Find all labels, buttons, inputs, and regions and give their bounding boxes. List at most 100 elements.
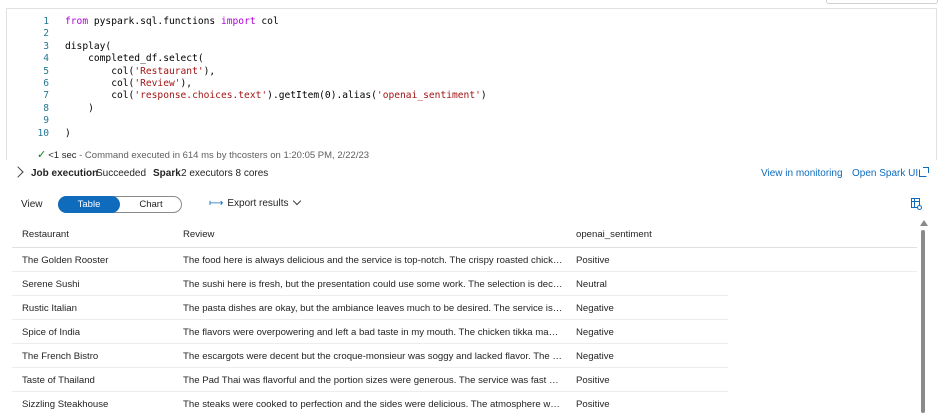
- chart-view-option[interactable]: Chart: [120, 196, 182, 213]
- column-header-restaurant[interactable]: Restaurant: [22, 229, 177, 240]
- code-cell[interactable]: 1 from pyspark.sql.functions import col 2 3…: [6, 8, 937, 161]
- cell-restaurant: Taste of Thailand: [22, 375, 95, 386]
- code-line[interactable]: 6 col('Review'),: [7, 78, 936, 90]
- code-token: ): [480, 90, 487, 102]
- open-spark-ui-link[interactable]: Open Spark UI: [852, 167, 930, 179]
- export-results-button[interactable]: ⟼ Export results: [209, 196, 302, 209]
- cell-restaurant: Spice of India: [22, 327, 81, 338]
- code-editor[interactable]: 1 from pyspark.sql.functions import col 2 3…: [7, 16, 936, 140]
- line-number: 1: [43, 16, 49, 27]
- top-panel-edge: [826, 0, 938, 4]
- code-token: ).getItem(0).alias(: [267, 90, 377, 102]
- code-text: col('response.choices.text').getItem(0).…: [65, 90, 487, 102]
- cell-sentiment: Neutral: [576, 279, 607, 290]
- code-string: 'Review': [134, 77, 181, 89]
- cell-restaurant: The French Bistro: [22, 351, 99, 362]
- code-text: from pyspark.sql.functions import col: [65, 16, 279, 28]
- scrollbar-thumb[interactable]: [921, 230, 925, 413]
- column-header-review[interactable]: Review: [183, 229, 563, 240]
- code-string: 'response.choices.text': [134, 90, 268, 102]
- code-string: 'Restaurant': [134, 65, 204, 77]
- code-line[interactable]: 7 col('response.choices.text').getItem(0…: [7, 90, 936, 102]
- code-token: ): [65, 127, 71, 139]
- cell-review: The food here is always delicious and th…: [183, 255, 563, 266]
- checkmark-icon: ✓: [37, 149, 47, 161]
- code-text: completed_df.select(: [65, 53, 204, 65]
- cell-review: The flavors were overpowering and left a…: [183, 327, 563, 338]
- cell-sentiment: Positive: [576, 399, 610, 410]
- line-number: 3: [43, 40, 49, 52]
- code-line[interactable]: 1 from pyspark.sql.functions import col: [7, 16, 936, 28]
- cell-review: The sushi here is fresh, but the present…: [183, 279, 563, 290]
- cell-restaurant: The Golden Rooster: [22, 255, 109, 266]
- line-number: 5: [43, 65, 49, 77]
- line-number: 6: [43, 77, 49, 89]
- view-toggle[interactable]: Table Chart: [58, 196, 182, 213]
- code-line[interactable]: 8 ): [7, 103, 936, 115]
- view-in-monitoring-link[interactable]: View in monitoring: [761, 168, 843, 179]
- table-row[interactable]: Sizzling Steakhouse The steaks were cooke…: [12, 392, 728, 413]
- line-number: 10: [37, 127, 49, 139]
- table-row[interactable]: The Golden Rooster The food here is alway…: [12, 248, 917, 272]
- table-row[interactable]: Spice of India The flavors were overpower…: [12, 320, 728, 344]
- code-line[interactable]: 4 completed_df.select(: [7, 53, 936, 65]
- code-token: pyspark.sql.functions: [88, 16, 221, 27]
- code-token: col(: [65, 65, 135, 77]
- line-number: 8: [43, 102, 49, 114]
- code-line[interactable]: 3 display(: [7, 41, 936, 53]
- cell-sentiment: Positive: [576, 375, 610, 386]
- code-text: ): [65, 128, 71, 140]
- line-number: 4: [43, 53, 49, 65]
- cell-sentiment: Negative: [576, 351, 614, 362]
- table-view-option[interactable]: Table: [58, 196, 120, 213]
- code-text: col('Restaurant'),: [65, 66, 215, 78]
- job-execution-label: Job execution: [31, 168, 99, 179]
- column-header-sentiment[interactable]: openai_sentiment: [576, 229, 726, 240]
- code-token: display(: [65, 40, 112, 52]
- open-spark-ui-label: Open Spark UI: [852, 168, 919, 179]
- code-string: 'openai_sentiment': [376, 90, 481, 102]
- export-arrow-icon: ⟼: [209, 198, 224, 209]
- results-toolbar: View Table Chart ⟼ Export results: [0, 194, 940, 216]
- code-line[interactable]: 9: [7, 115, 936, 127]
- cell-sentiment: Negative: [576, 327, 614, 338]
- cell-sentiment: Negative: [576, 303, 614, 314]
- code-line[interactable]: 10): [7, 128, 936, 140]
- table-row[interactable]: Rustic Italian The pasta dishes are okay,…: [12, 296, 728, 320]
- table-row[interactable]: The French Bistro The escargots were dece…: [12, 344, 728, 368]
- code-text: ): [65, 103, 94, 115]
- line-number: 9: [43, 115, 49, 127]
- line-number: 2: [43, 28, 49, 40]
- cell-restaurant: Sizzling Steakhouse: [22, 399, 109, 410]
- code-text: display(: [65, 41, 111, 53]
- code-line[interactable]: 2: [7, 28, 936, 40]
- execution-duration: <1 sec: [48, 150, 77, 161]
- code-text: col('Review'),: [65, 78, 192, 90]
- chevron-down-icon: [293, 196, 302, 206]
- code-keyword: from: [65, 16, 89, 27]
- table-row[interactable]: Taste of Thailand The Pad Thai was flavor…: [12, 368, 728, 392]
- spark-info: 2 executors 8 cores: [181, 168, 269, 179]
- table-header: Restaurant Review openai_sentiment: [12, 222, 917, 248]
- code-line[interactable]: 5 col('Restaurant'),: [7, 66, 936, 78]
- line-number: 7: [43, 90, 49, 102]
- cell-sentiment: Positive: [576, 255, 610, 266]
- scroll-up-arrow-icon[interactable]: [920, 220, 928, 226]
- code-token: ),: [203, 65, 216, 77]
- job-status: Succeeded: [96, 168, 147, 179]
- code-token: completed_df.select(: [65, 53, 204, 65]
- code-token: ): [65, 102, 94, 114]
- vertical-scrollbar[interactable]: [919, 218, 929, 413]
- code-token: ),: [180, 77, 193, 89]
- results-table: Restaurant Review openai_sentiment The G…: [12, 222, 917, 413]
- code-token: col(: [65, 77, 135, 89]
- table-settings-icon[interactable]: [911, 198, 922, 210]
- cell-restaurant: Serene Sushi: [22, 279, 80, 290]
- table-row[interactable]: Serene Sushi The sushi here is fresh, but…: [12, 272, 728, 296]
- execution-status: ✓ <1 sec - Command executed in 614 ms by …: [37, 148, 369, 161]
- export-results-label: Export results: [227, 198, 289, 209]
- job-execution-bar: Job execution Succeeded Spark 2 executor…: [0, 163, 940, 185]
- external-link-icon: [919, 167, 930, 177]
- spark-label: Spark: [153, 168, 181, 179]
- chevron-right-icon[interactable]: [12, 166, 24, 178]
